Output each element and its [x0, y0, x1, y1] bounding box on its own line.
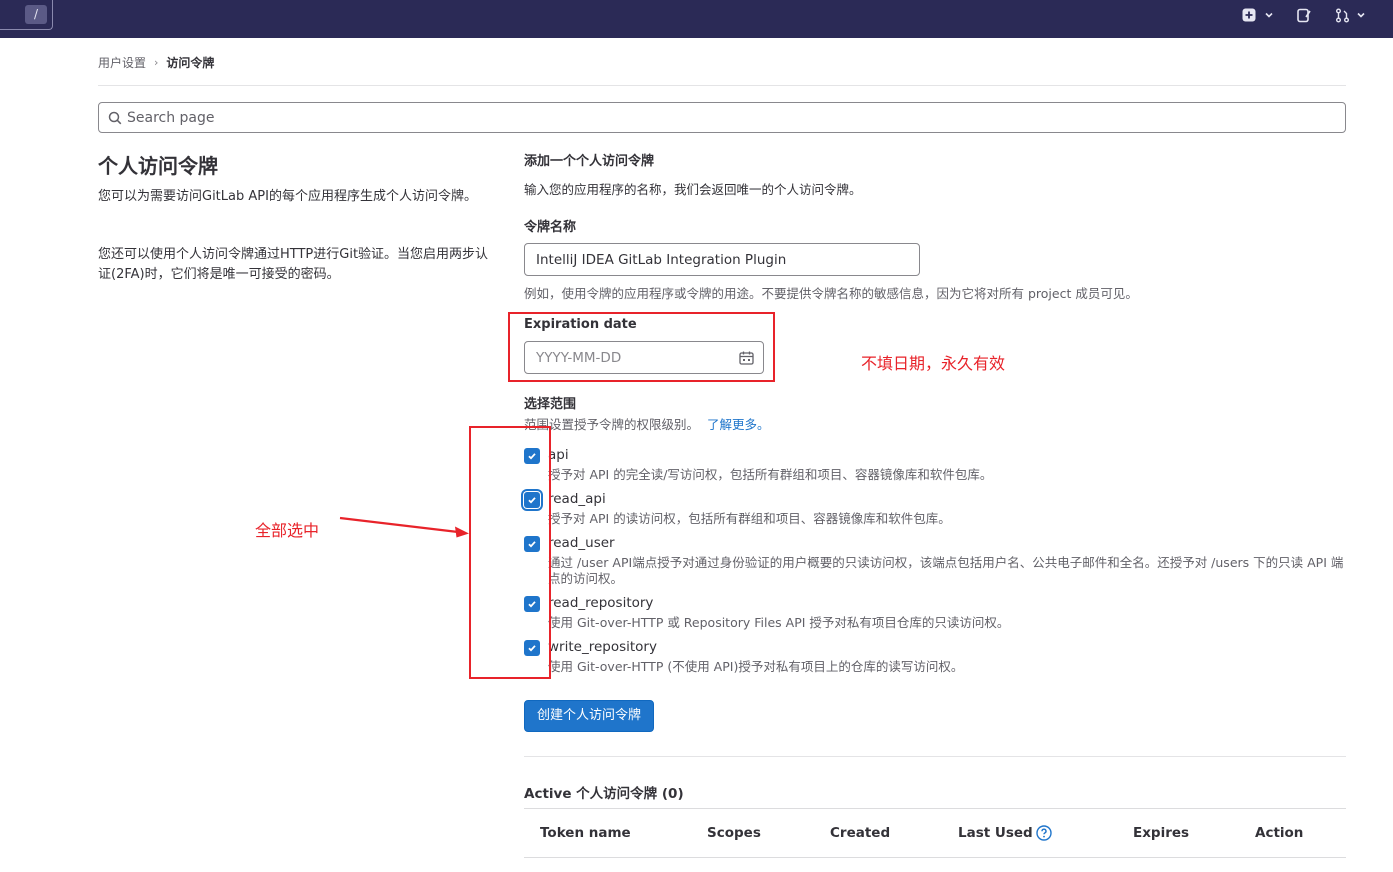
- scope-help: 授予对 API 的读访问权，包括所有群组和项目、容器镜像库和软件包库。: [548, 511, 951, 526]
- create-token-button[interactable]: 创建个人访问令牌: [524, 700, 655, 732]
- breadcrumb-user-settings[interactable]: 用户设置: [98, 54, 146, 71]
- breadcrumb: 用户设置 › 访问令牌: [98, 54, 214, 71]
- active-tokens-title: Active 个人访问令牌 (0): [524, 786, 684, 802]
- annotation-select-all-note: 全部选中: [255, 521, 320, 540]
- page-title: 个人访问令牌: [98, 154, 218, 178]
- divider: [524, 756, 1346, 757]
- chevron-down-icon[interactable]: [1356, 6, 1366, 24]
- annotation-box-scopes: [469, 426, 551, 679]
- add-token-description: 输入您的应用程序的名称，我们会返回唯一的个人访问令牌。: [524, 182, 862, 197]
- chevron-right-icon: ›: [154, 56, 159, 69]
- scopes-description: 范围设置授予令牌的权限级别。 了解更多。: [524, 414, 770, 433]
- scope-help: 使用 Git-over-HTTP (不使用 API)授予对私有项目上的仓库的读写…: [548, 659, 964, 674]
- scope-name: read_repository: [548, 595, 654, 611]
- search-input[interactable]: [127, 109, 1327, 126]
- search-page-box[interactable]: [98, 102, 1346, 133]
- top-navigation-bar: /: [0, 0, 1393, 38]
- token-name-input[interactable]: [524, 243, 920, 276]
- annotation-arrow-icon: [339, 516, 469, 538]
- column-label: Token name: [540, 825, 631, 841]
- add-token-title: 添加一个个人访问令牌: [524, 154, 655, 169]
- column-header-last-used[interactable]: Last Used: [958, 825, 1052, 841]
- divider: [98, 85, 1346, 86]
- learn-more-link[interactable]: 了解更多。: [707, 414, 770, 433]
- scope-help: 通过 /user API端点授予对通过身份验证的用户概要的只读访问权，该端点包括…: [548, 555, 1344, 586]
- intro-paragraph: 您可以为需要访问GitLab API的每个应用程序生成个人访问令牌。: [98, 189, 477, 204]
- issues-icon[interactable]: [1297, 6, 1312, 24]
- slash-key: /: [25, 5, 47, 24]
- column-header-created[interactable]: Created: [830, 825, 890, 841]
- scope-name: read_api: [548, 491, 606, 507]
- search-icon: [108, 111, 122, 124]
- scope-help: 授予对 API 的完全读/写访问权，包括所有群组和项目、容器镜像库和软件包库。: [548, 467, 993, 482]
- scope-name: read_user: [548, 535, 615, 551]
- column-header-token-name[interactable]: Token name: [540, 825, 631, 841]
- git-auth-paragraph: 您还可以使用个人访问令牌通过HTTP进行Git验证。当您启用两步认证(2FA)时…: [98, 247, 489, 282]
- plus-icon[interactable]: [1242, 6, 1256, 24]
- question-icon[interactable]: [1036, 825, 1052, 841]
- token-name-label: 令牌名称: [524, 220, 577, 235]
- annotation-expiration-note: 不填日期，永久有效: [861, 354, 1006, 373]
- chevron-down-icon[interactable]: [1264, 6, 1274, 24]
- column-header-scopes: Scopes: [707, 825, 761, 841]
- table-top-border: [524, 808, 1346, 809]
- merge-request-icon[interactable]: [1335, 6, 1350, 24]
- token-name-help: 例如，使用令牌的应用程序或令牌的用途。不要提供令牌名称的敏感信息，因为它将对所有…: [524, 286, 1138, 301]
- column-header-action: Action: [1255, 825, 1303, 841]
- column-header-expires[interactable]: Expires: [1133, 825, 1189, 841]
- command-palette-button[interactable]: /: [0, 0, 53, 30]
- column-label: Scopes: [707, 825, 761, 841]
- scope-name: write_repository: [548, 639, 657, 655]
- column-label: Created: [830, 825, 891, 841]
- breadcrumb-access-tokens[interactable]: 访问令牌: [166, 54, 214, 71]
- scope-name: api: [548, 447, 569, 463]
- column-label: Last Used: [958, 825, 1033, 841]
- scopes-label: 选择范围: [524, 397, 577, 412]
- column-label: Action: [1255, 825, 1304, 841]
- table-header-border: [524, 857, 1346, 858]
- column-label: Expires: [1133, 825, 1190, 841]
- scope-help: 使用 Git-over-HTTP 或 Repository Files API …: [548, 615, 1010, 630]
- annotation-box-expiration: [508, 312, 775, 382]
